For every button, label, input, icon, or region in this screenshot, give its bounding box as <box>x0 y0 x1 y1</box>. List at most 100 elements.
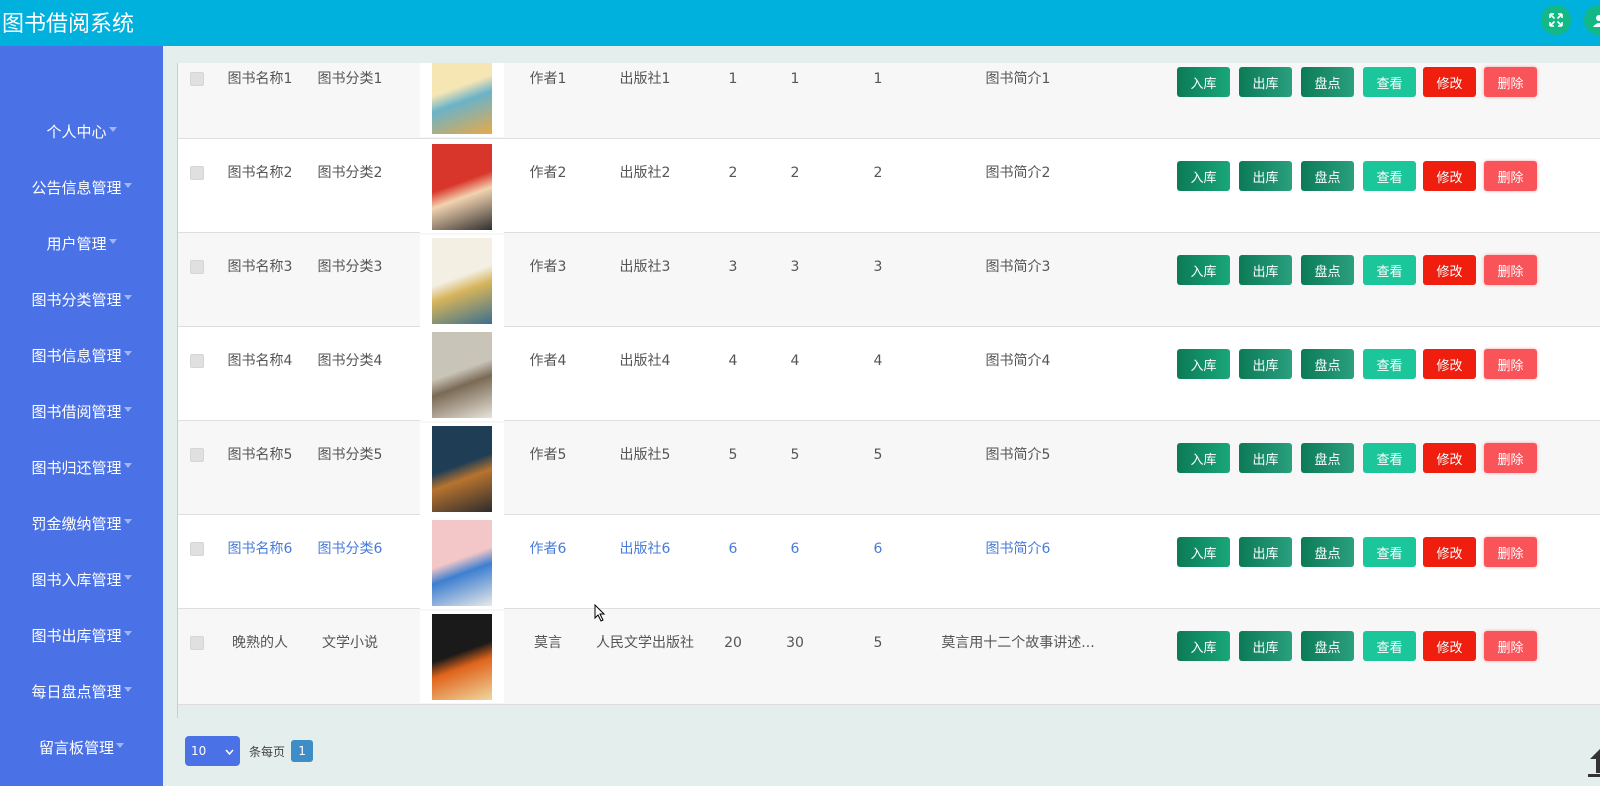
user-menu-button[interactable] <box>1584 5 1600 35</box>
out-button[interactable]: 出库 <box>1239 349 1292 379</box>
sidebar: 个人中心公告信息管理用户管理图书分类管理图书信息管理 图书借阅管理 图书归还管理 罚金… <box>0 46 163 786</box>
cell-b: 4 <box>790 353 800 369</box>
row-checkbox[interactable] <box>190 260 204 274</box>
row-checkbox[interactable] <box>190 448 204 462</box>
out-button[interactable]: 出库 <box>1239 67 1292 97</box>
view-button[interactable]: 查看 <box>1363 161 1416 191</box>
out-button[interactable]: 出库 <box>1239 161 1292 191</box>
cell-c: 2 <box>873 165 883 181</box>
edit-button[interactable]: 修改 <box>1423 161 1476 191</box>
sidebar-item[interactable]: 图书出库管理 <box>0 607 163 663</box>
row-checkbox[interactable] <box>190 166 204 180</box>
check-button[interactable]: 盘点 <box>1301 631 1354 661</box>
sidebar-item[interactable]: 个人中心 <box>0 103 163 159</box>
cell-author: 作者2 <box>529 165 567 181</box>
sidebar-item[interactable]: 图书分类管理 <box>0 271 163 327</box>
cell-name: 图书名称5 <box>227 447 293 463</box>
view-button[interactable]: 查看 <box>1363 349 1416 379</box>
view-button[interactable]: 查看 <box>1363 67 1416 97</box>
check-button[interactable]: 盘点 <box>1301 67 1354 97</box>
cell-author: 作者3 <box>529 259 567 275</box>
sidebar-item[interactable]: 用户管理 <box>0 215 163 271</box>
edit-button[interactable]: 修改 <box>1423 537 1476 567</box>
view-button[interactable]: 查看 <box>1363 255 1416 285</box>
check-button[interactable]: 盘点 <box>1301 349 1354 379</box>
cell-a: 4 <box>728 353 738 369</box>
check-button[interactable]: 盘点 <box>1301 443 1354 473</box>
out-button[interactable]: 出库 <box>1239 443 1292 473</box>
cell-publisher: 人民文学出版社 <box>596 635 694 651</box>
sidebar-item[interactable]: 图书归还管理 <box>0 439 163 495</box>
row-checkbox[interactable] <box>190 636 204 650</box>
cell-b: 3 <box>790 259 800 275</box>
arrow-up-icon <box>1586 749 1600 781</box>
in-button[interactable]: 入库 <box>1177 255 1230 285</box>
table-row: 图书名称6 图书分类6 作者6 出版社6 6 6 6 图书简介6 入库 出库 盘点 查看 修改 删除 <box>178 515 1600 609</box>
del-button[interactable]: 删除 <box>1484 255 1537 285</box>
app-title: 图书借阅系统 <box>2 12 135 37</box>
cell-author: 莫言 <box>534 635 562 651</box>
sidebar-item[interactable]: 图书入库管理 <box>0 551 163 607</box>
in-button[interactable]: 入库 <box>1177 631 1230 661</box>
cell-name: 晚熟的人 <box>232 635 288 651</box>
cell-category: 图书分类3 <box>317 259 383 275</box>
table-row: 图书名称3 图书分类3 作者3 出版社3 3 3 3 图书简介3 入库 出库 盘点 查看 修改 删除 <box>178 233 1600 327</box>
sidebar-item-label: 图书入库管理 <box>31 570 122 589</box>
page-size-select[interactable]: 10 <box>185 736 240 766</box>
out-button[interactable]: 出库 <box>1239 255 1292 285</box>
sidebar-item[interactable]: 图书借阅管理 <box>0 383 163 439</box>
check-button[interactable]: 盘点 <box>1301 161 1354 191</box>
out-button[interactable]: 出库 <box>1239 631 1292 661</box>
sidebar-item[interactable]: 图书信息管理 <box>0 327 163 383</box>
sidebar-item[interactable]: 每日盘点管理 <box>0 663 163 719</box>
in-button[interactable]: 入库 <box>1177 349 1230 379</box>
edit-button[interactable]: 修改 <box>1423 255 1476 285</box>
sidebar-item[interactable]: 罚金缴纳管理 <box>0 495 163 551</box>
cell-c: 5 <box>873 635 883 651</box>
cell-name: 图书名称4 <box>227 353 293 369</box>
caret-down-icon <box>108 127 117 132</box>
edit-button[interactable]: 修改 <box>1423 349 1476 379</box>
chevron-down-icon <box>225 744 234 758</box>
del-button[interactable]: 删除 <box>1484 349 1537 379</box>
back-to-top-button[interactable] <box>1586 747 1600 777</box>
sidebar-item[interactable]: 公告信息管理 <box>0 159 163 215</box>
cell-intro: 图书简介6 <box>985 541 1051 557</box>
sidebar-item[interactable]: 留言板管理 <box>0 719 163 775</box>
sidebar-item-label: 图书分类管理 <box>31 290 122 309</box>
sidebar-item-label: 图书出库管理 <box>31 626 122 645</box>
row-checkbox[interactable] <box>190 354 204 368</box>
check-button[interactable]: 盘点 <box>1301 255 1354 285</box>
out-button[interactable]: 出库 <box>1239 537 1292 567</box>
cell-publisher: 出版社2 <box>619 165 671 181</box>
caret-down-icon <box>123 295 132 300</box>
view-button[interactable]: 查看 <box>1363 631 1416 661</box>
check-button[interactable]: 盘点 <box>1301 537 1354 567</box>
book-cover-image <box>420 611 504 703</box>
page-button-current[interactable]: 1 <box>291 740 314 762</box>
in-button[interactable]: 入库 <box>1177 537 1230 567</box>
in-button[interactable]: 入库 <box>1177 67 1230 97</box>
view-button[interactable]: 查看 <box>1363 443 1416 473</box>
row-checkbox[interactable] <box>190 72 204 86</box>
del-button[interactable]: 删除 <box>1484 161 1537 191</box>
caret-down-icon <box>123 687 132 692</box>
edit-button[interactable]: 修改 <box>1423 443 1476 473</box>
in-button[interactable]: 入库 <box>1177 161 1230 191</box>
sidebar-item-label: 公告信息管理 <box>31 178 122 197</box>
cell-name: 图书名称6 <box>227 541 293 557</box>
in-button[interactable]: 入库 <box>1177 443 1230 473</box>
cell-publisher: 出版社6 <box>619 541 671 557</box>
table-row: 图书名称5 图书分类5 作者5 出版社5 5 5 5 图书简介5 入库 出库 盘点 查看 修改 删除 <box>178 421 1600 515</box>
book-cover-image <box>420 517 504 609</box>
view-button[interactable]: 查看 <box>1363 537 1416 567</box>
edit-button[interactable]: 修改 <box>1423 631 1476 661</box>
row-checkbox[interactable] <box>190 542 204 556</box>
del-button[interactable]: 删除 <box>1484 443 1537 473</box>
fullscreen-button[interactable] <box>1541 5 1571 35</box>
del-button[interactable]: 删除 <box>1484 537 1537 567</box>
del-button[interactable]: 删除 <box>1484 631 1537 661</box>
cell-name: 图书名称3 <box>227 259 293 275</box>
edit-button[interactable]: 修改 <box>1423 67 1476 97</box>
del-button[interactable]: 删除 <box>1484 67 1537 97</box>
